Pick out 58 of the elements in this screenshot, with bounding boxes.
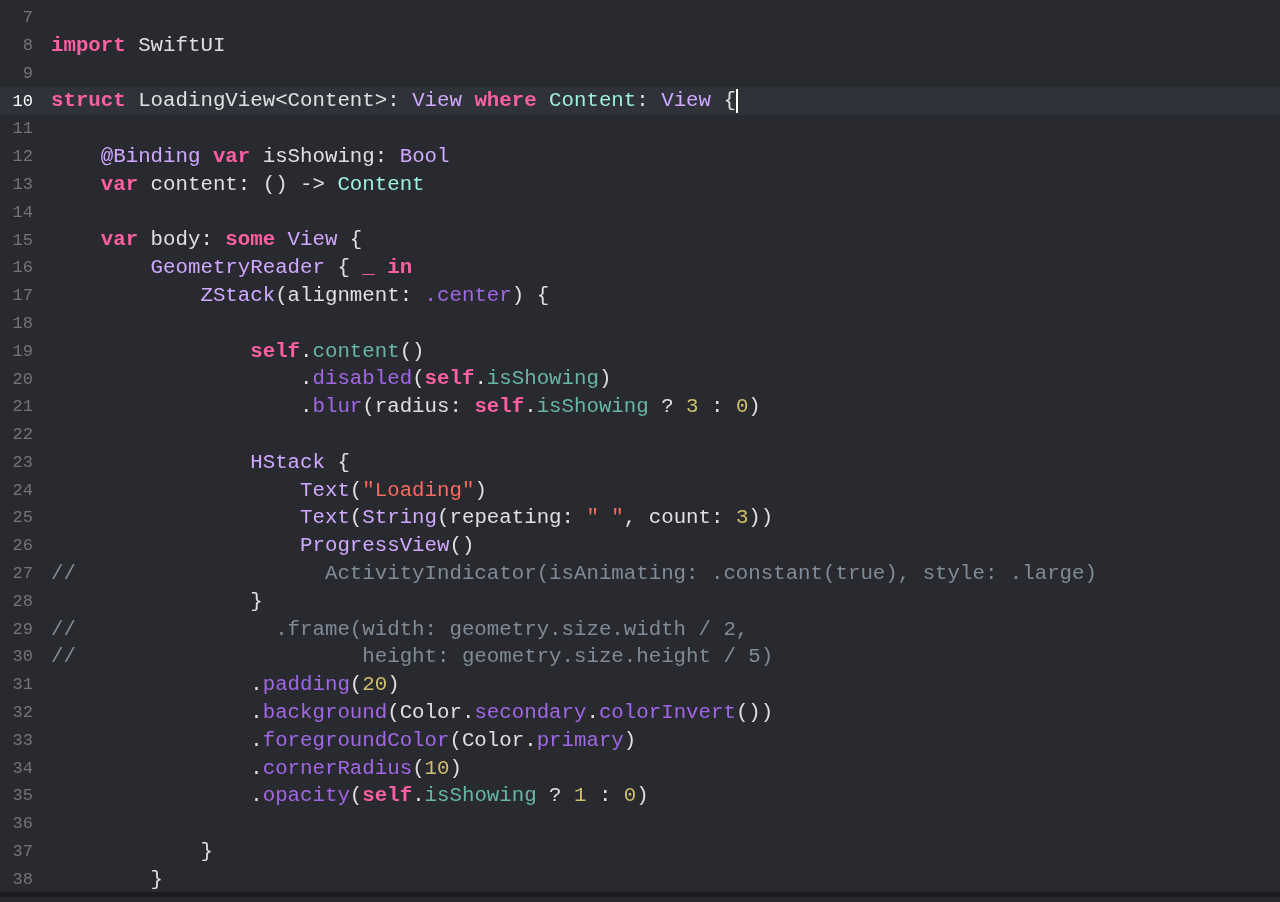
- code-line: HStack {: [249, 449, 350, 476]
- line-number: 32: [11, 702, 33, 725]
- line-number: 25: [11, 507, 33, 530]
- code-line: .padding(20): [249, 672, 400, 699]
- code-line: ProgressView(): [299, 533, 475, 560]
- code-line: struct LoadingView<Content>: View where Content: View {: [51, 88, 736, 115]
- code-line: var content: () -> Content: [99, 171, 425, 198]
- line-number: 29: [11, 618, 33, 641]
- code-line: // ActivityIndicator(isAnimating: .constant(true), style: .large): [51, 560, 1097, 587]
- line-number: 8: [21, 34, 33, 57]
- line-number: 16: [11, 257, 33, 280]
- line-number: 34: [11, 757, 33, 780]
- code-line: GeometryReader { _ in: [149, 255, 413, 282]
- code-line: .opacity(self.isShowing ? 1 : 0): [249, 783, 649, 810]
- code-line: }: [249, 588, 263, 615]
- code-line: .blur(radius: self.isShowing ? 3 : 0): [299, 394, 761, 421]
- line-number: 36: [11, 813, 33, 836]
- line-number: 21: [11, 396, 33, 419]
- code-line: .disabled(self.isShowing): [299, 366, 612, 393]
- line-number: 17: [11, 285, 33, 308]
- line-number: 28: [11, 590, 33, 613]
- code-line: import SwiftUI: [51, 32, 226, 59]
- line-number: 22: [11, 424, 33, 447]
- code-line: var body: some View {: [99, 227, 363, 254]
- line-number: 10: [11, 90, 33, 113]
- line-number: 20: [11, 368, 33, 391]
- line-number: 7: [21, 7, 33, 30]
- line-number: 35: [11, 785, 33, 808]
- code-line: @Binding var isShowing: Bool: [99, 144, 450, 170]
- line-number: 9: [21, 62, 33, 85]
- line-number: 15: [11, 229, 33, 252]
- line-number: 30: [11, 646, 33, 669]
- code-line: self.content(): [249, 338, 425, 365]
- code-line: .foregroundColor(Color.primary): [249, 727, 637, 754]
- line-number: 38: [11, 868, 33, 891]
- code-line: // .frame(width: geometry.size.width / 2,: [51, 616, 749, 643]
- text-cursor: [735, 89, 738, 114]
- line-number: 31: [11, 674, 33, 697]
- line-number: 18: [11, 312, 33, 335]
- code-line: }: [149, 866, 164, 893]
- line-number: 37: [11, 841, 33, 864]
- code-line: Text("Loading"): [299, 477, 487, 504]
- line-number: 27: [11, 563, 33, 586]
- line-number: 24: [11, 479, 33, 502]
- line-number: 13: [11, 173, 33, 196]
- line-number: 26: [11, 535, 33, 558]
- code-line: // height: geometry.size.height / 5): [51, 644, 774, 671]
- code-line: .cornerRadius(10): [249, 755, 462, 782]
- code-line: }: [199, 838, 213, 865]
- line-number: 19: [11, 340, 33, 363]
- line-number: 14: [11, 201, 33, 224]
- code-line: Text(String(repeating: " ", count: 3)): [299, 505, 774, 532]
- line-number: 23: [11, 451, 33, 474]
- code-line: .background(Color.secondary.colorInvert()): [249, 699, 774, 726]
- line-number: 11: [11, 118, 33, 141]
- line-number: 12: [11, 146, 33, 169]
- code-line: ZStack(alignment: .center) {: [199, 282, 550, 309]
- line-number: 33: [11, 729, 33, 752]
